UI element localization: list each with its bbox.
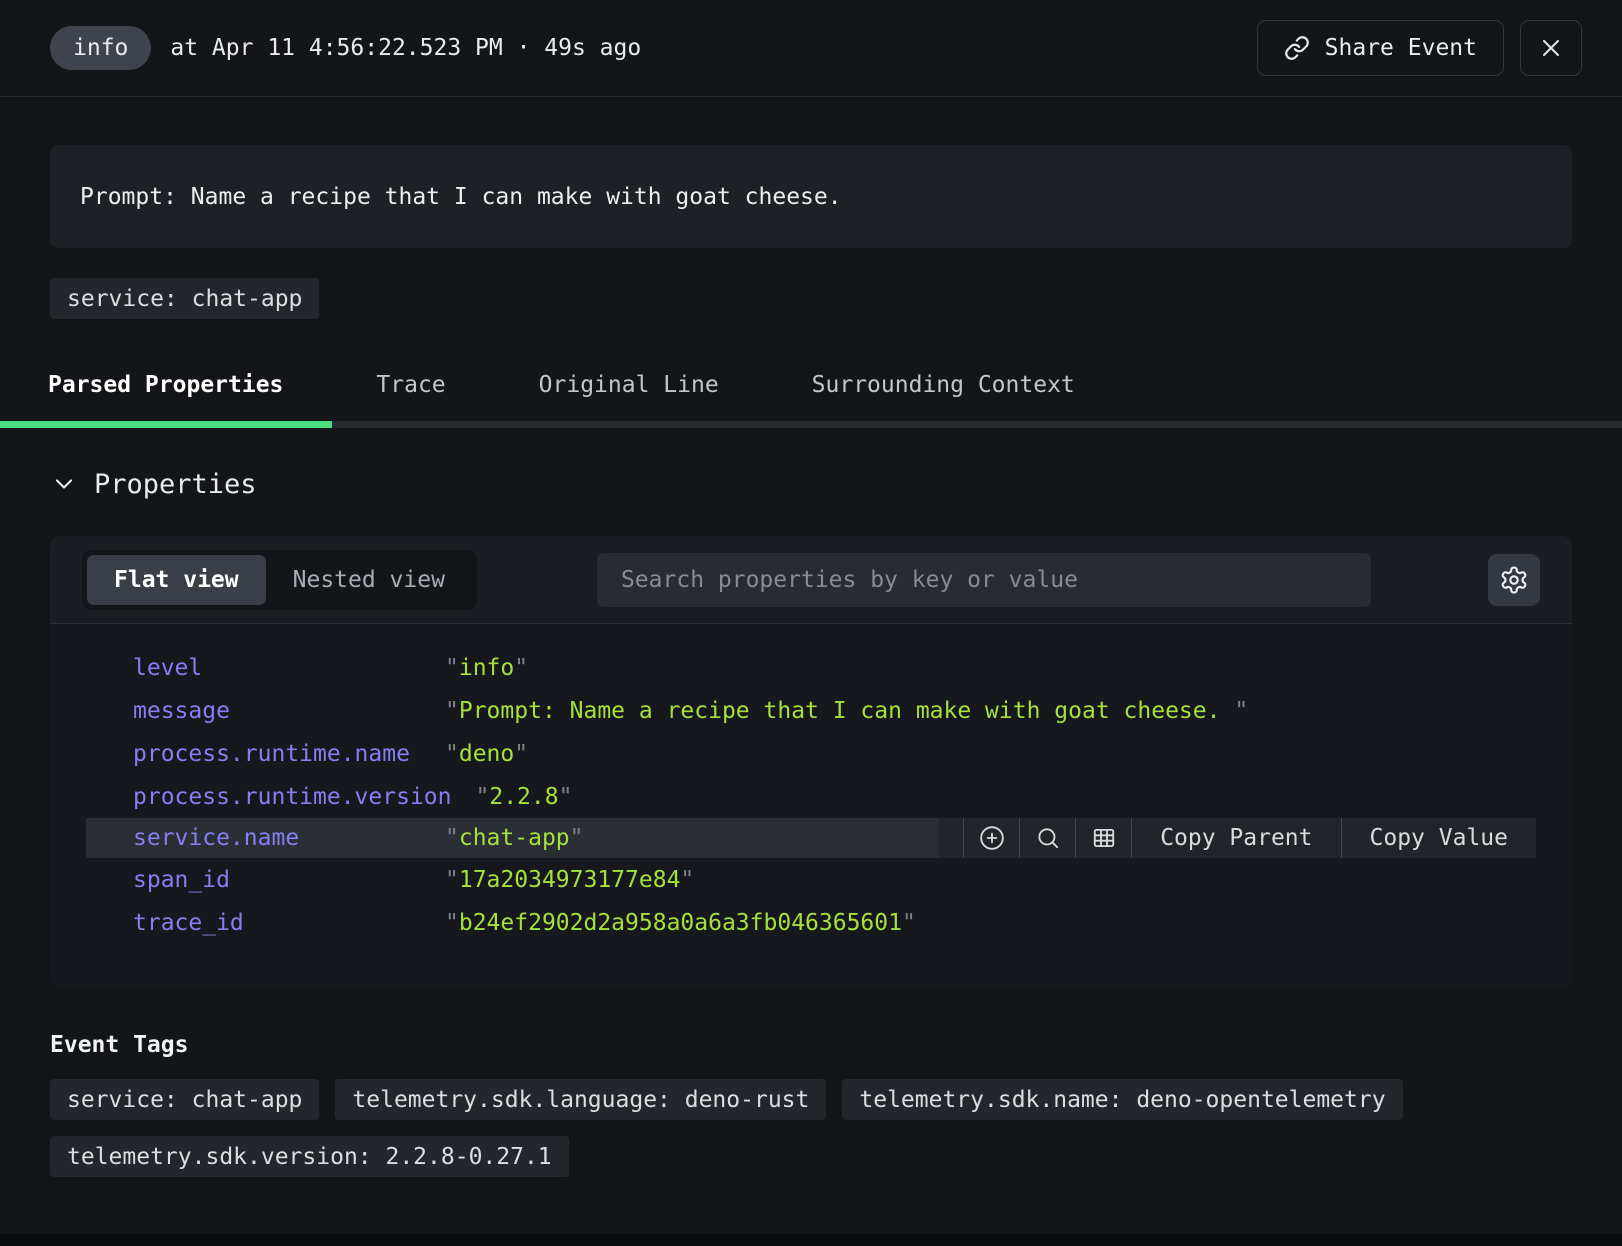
flat-view-button[interactable]: Flat view xyxy=(87,555,266,605)
event-timestamp: at Apr 11 4:56:22.523 PM · 49s ago xyxy=(170,35,641,61)
level-badge: info xyxy=(50,26,151,70)
property-value: b24ef2902d2a958a0a6a3fb046365601 xyxy=(445,910,916,936)
property-row-process-runtime-name[interactable]: process.runtime.name deno xyxy=(50,732,1572,775)
active-tab-indicator xyxy=(0,421,332,428)
event-tag[interactable]: telemetry.sdk.version: 2.2.8-0.27.1 xyxy=(50,1136,569,1177)
tab-surrounding-context[interactable]: Surrounding Context xyxy=(812,372,1075,398)
add-filter-button[interactable] xyxy=(963,818,1019,858)
event-message-preview: Prompt: Name a recipe that I can make wi… xyxy=(50,145,1572,248)
property-key: level xyxy=(133,655,421,681)
property-key: trace_id xyxy=(133,910,421,936)
search-icon xyxy=(1035,825,1061,851)
copy-value-button[interactable]: Copy Value xyxy=(1341,818,1536,858)
properties-card: Flat view Nested view level info message… xyxy=(50,536,1572,988)
property-row-trace-id[interactable]: trace_id b24ef2902d2a958a0a6a3fb04636560… xyxy=(50,901,1572,944)
event-tag[interactable]: telemetry.sdk.language: deno-rust xyxy=(335,1079,826,1120)
chevron-down-icon xyxy=(50,470,78,498)
search-properties-input[interactable] xyxy=(597,553,1371,607)
property-value: Prompt: Name a recipe that I can make wi… xyxy=(445,698,1248,724)
property-value: deno xyxy=(445,741,528,767)
modal-bottom-edge xyxy=(0,1234,1622,1246)
property-key: process.runtime.version xyxy=(133,784,452,810)
close-button[interactable] xyxy=(1520,20,1582,76)
service-tag-chip[interactable]: service: chat-app xyxy=(50,278,319,319)
share-event-label: Share Event xyxy=(1325,35,1477,61)
event-tags-title: Event Tags xyxy=(50,1032,1572,1058)
property-row-level[interactable]: level info xyxy=(50,646,1572,689)
property-row-service-name[interactable]: service.name chat-app xyxy=(86,818,1536,858)
search-value-button[interactable] xyxy=(1019,818,1075,858)
table-icon xyxy=(1091,825,1117,851)
property-row-message[interactable]: message Prompt: Name a recipe that I can… xyxy=(50,689,1572,732)
properties-section-title: Properties xyxy=(94,469,257,500)
property-key: process.runtime.name xyxy=(133,741,421,767)
tab-trace[interactable]: Trace xyxy=(376,372,445,398)
properties-toolbar: Flat view Nested view xyxy=(50,536,1572,624)
plus-circle-icon xyxy=(979,825,1005,851)
property-value: info xyxy=(445,655,528,681)
property-value: 2.2.8 xyxy=(476,784,573,810)
properties-section-toggle[interactable]: Properties xyxy=(50,468,1572,500)
property-key: message xyxy=(133,698,421,724)
tab-original-line[interactable]: Original Line xyxy=(539,372,719,398)
property-row-process-runtime-version[interactable]: process.runtime.version 2.2.8 xyxy=(50,775,1572,818)
tab-bar xyxy=(0,421,1622,428)
event-tag[interactable]: telemetry.sdk.name: deno-opentelemetry xyxy=(842,1079,1402,1120)
event-tag[interactable]: service: chat-app xyxy=(50,1079,319,1120)
event-tags-list: service: chat-app telemetry.sdk.language… xyxy=(50,1079,1572,1177)
property-key: service.name xyxy=(133,825,421,851)
link-icon xyxy=(1284,35,1310,61)
event-tags-section: Event Tags service: chat-app telemetry.s… xyxy=(50,1032,1572,1177)
event-message-text: Prompt: Name a recipe that I can make wi… xyxy=(80,184,842,210)
copy-parent-button[interactable]: Copy Parent xyxy=(1131,818,1340,858)
property-value: 17a2034973177e84 xyxy=(445,867,694,893)
close-icon xyxy=(1537,34,1565,62)
share-event-button[interactable]: Share Event xyxy=(1257,20,1504,76)
gear-icon xyxy=(1499,565,1529,595)
nested-view-button[interactable]: Nested view xyxy=(266,555,472,605)
property-key: span_id xyxy=(133,867,421,893)
property-value: chat-app xyxy=(445,825,584,851)
tab-parsed-properties[interactable]: Parsed Properties xyxy=(48,372,283,398)
action-toolbar-spacer xyxy=(939,818,963,858)
event-header: info at Apr 11 4:56:22.523 PM · 49s ago … xyxy=(0,0,1622,97)
view-switcher: Flat view Nested view xyxy=(82,550,477,610)
add-column-button[interactable] xyxy=(1075,818,1131,858)
properties-settings-button[interactable] xyxy=(1488,554,1540,606)
row-action-toolbar: Copy Parent Copy Value xyxy=(939,818,1536,858)
properties-table: level info message Prompt: Name a recipe… xyxy=(50,624,1572,988)
property-row-span-id[interactable]: span_id 17a2034973177e84 xyxy=(50,858,1572,901)
detail-tabs: Parsed Properties Trace Original Line Su… xyxy=(0,361,1622,428)
